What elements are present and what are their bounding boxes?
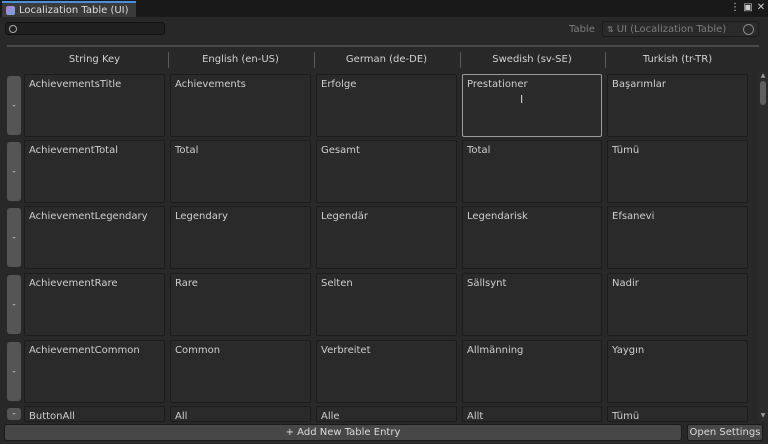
translation-field[interactable]: Erfolge [316, 74, 457, 137]
column-separator [460, 52, 461, 68]
translation-field[interactable]: Tümü [607, 140, 748, 203]
string-key-field[interactable]: AchievementCommon [24, 340, 165, 403]
remove-entry-button[interactable]: - [7, 76, 21, 135]
text-cursor-icon: I [520, 93, 524, 106]
object-picker-icon[interactable] [743, 24, 754, 35]
column-header: Swedish (sv-SE) [492, 54, 572, 65]
vertical-scrollbar[interactable] [758, 72, 768, 422]
search-input[interactable] [5, 22, 165, 35]
remove-entry-button[interactable]: - [7, 208, 21, 267]
toolbar-divider [7, 45, 759, 47]
translation-field[interactable]: Legendär [316, 206, 457, 269]
remove-entry-button[interactable]: - [7, 408, 21, 420]
column-separator [314, 52, 315, 68]
translation-field[interactable]: Nadir [607, 273, 748, 336]
translation-field[interactable]: Başarımlar [607, 74, 748, 137]
string-key-field[interactable]: ButtonAll [24, 406, 165, 422]
translation-field[interactable]: Verbreitet [316, 340, 457, 403]
translation-field[interactable]: Rare [170, 273, 311, 336]
translation-field[interactable]: Achievements [170, 74, 311, 137]
translation-field[interactable]: Sällsynt [462, 273, 602, 336]
scroll-up-icon[interactable]: ▲ [758, 72, 768, 80]
translation-field[interactable]: Efsanevi [607, 206, 748, 269]
string-key-field[interactable]: AchievementLegendary [24, 206, 165, 269]
window-tab[interactable]: Localization Table (UI) [2, 1, 136, 17]
add-table-entry-button[interactable]: + Add New Table Entry [4, 424, 682, 441]
open-settings-button[interactable]: Open Settings [687, 424, 763, 441]
table-label: Table [569, 24, 595, 35]
translation-field[interactable]: Alle [316, 406, 457, 422]
translation-field[interactable]: Tümü [607, 406, 748, 422]
translation-field[interactable]: Legendary [170, 206, 311, 269]
localization-table-icon [6, 5, 15, 15]
remove-entry-button[interactable]: - [7, 142, 21, 201]
string-key-field[interactable]: AchievementTotal [24, 140, 165, 203]
table-value: UI (Localization Table) [616, 23, 727, 35]
translation-field[interactable]: Yaygın [607, 340, 748, 403]
column-separator [605, 52, 606, 68]
table-object-field[interactable]: ⇅ UI (Localization Table) [602, 21, 759, 37]
translation-field[interactable]: Prestationer [462, 74, 602, 137]
table-asset-icon: ⇅ [607, 24, 614, 34]
window-title: Localization Table (UI) [19, 4, 129, 16]
maximize-icon[interactable]: ▣ [742, 2, 754, 14]
string-key-field[interactable]: AchievementsTitle [24, 74, 165, 137]
column-header: English (en-US) [202, 54, 279, 65]
translation-field[interactable]: Common [170, 340, 311, 403]
translation-field[interactable]: Total [170, 140, 311, 203]
translation-field[interactable]: All [170, 406, 311, 422]
string-key-field[interactable]: AchievementRare [24, 273, 165, 336]
more-options-icon[interactable]: ⋮ [729, 2, 741, 14]
remove-entry-button[interactable]: - [7, 342, 21, 401]
translation-field[interactable]: Allt [462, 406, 602, 422]
translation-field[interactable]: Allmänning [462, 340, 602, 403]
scroll-down-icon[interactable]: ▼ [758, 412, 768, 420]
translation-field[interactable]: Total [462, 140, 602, 203]
scrollbar-thumb[interactable] [760, 81, 766, 105]
translation-field[interactable]: Selten [316, 273, 457, 336]
close-icon[interactable]: ✕ [755, 2, 767, 14]
column-separator [168, 52, 169, 68]
column-header: Turkish (tr-TR) [642, 54, 713, 65]
column-header: German (de-DE) [345, 54, 428, 65]
translation-field[interactable]: Legendarisk [462, 206, 602, 269]
translation-field[interactable]: Gesamt [316, 140, 457, 203]
column-header: String Key [68, 54, 121, 65]
remove-entry-button[interactable]: - [7, 275, 21, 334]
search-icon [9, 24, 17, 33]
